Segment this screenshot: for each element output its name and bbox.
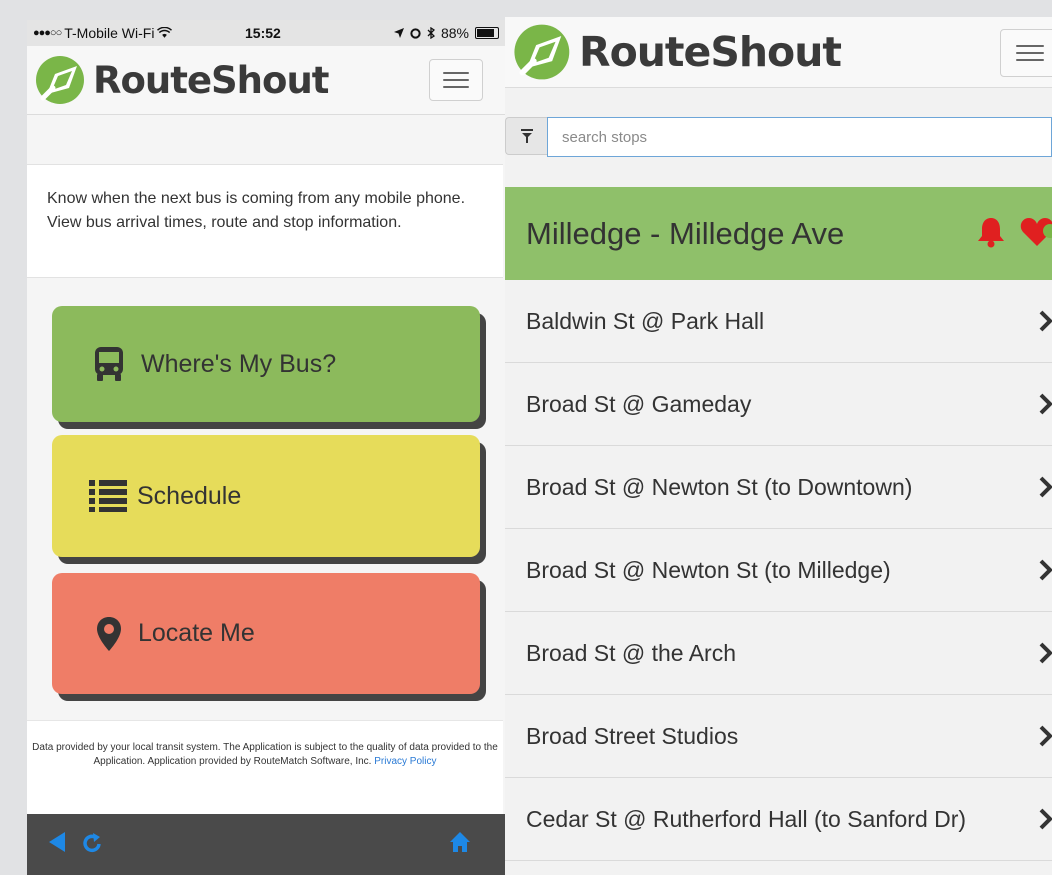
stop-list-item[interactable]: Baldwin St @ Park Hall [505,280,1052,363]
home-button[interactable] [449,831,471,853]
chevron-right-icon [1039,808,1052,830]
app-brand-name: RouteShout [93,58,329,102]
stop-name: Cedar St @ Rutherford Hall (to Sanford D… [526,805,967,832]
app-header: RouteShout [505,17,1052,88]
signal-dots-icon: ●●●○○ [33,27,62,39]
route-title: Milledge - Milledge Ave [526,215,845,251]
routeshout-logo-icon [514,24,570,80]
chevron-right-icon [1039,393,1052,415]
schedule-label: Schedule [137,481,242,510]
filter-button[interactable] [505,117,547,155]
stop-list-item[interactable]: Broad Street Studios [505,695,1052,778]
back-button[interactable] [47,831,67,853]
refresh-icon [83,833,101,853]
locate-me-button[interactable]: Locate Me [52,573,480,694]
stop-name: Broad St @ Newton St (to Downtown) [526,473,913,500]
left-phone-screen: ●●●○○ T-Mobile Wi-Fi 15:52 88% RouteShou… [27,20,505,875]
bell-icon [978,218,1004,248]
disclaimer-footer: Data provided by your local transit syst… [27,720,503,814]
back-arrow-icon [49,832,65,852]
app-logo: RouteShout [33,54,329,106]
stop-list-item[interactable]: Cedar St @ Rutherford Hall (to Sanford D… [505,778,1052,861]
stop-name: Baldwin St @ Park Hall [526,307,765,334]
stop-name: Broad St @ Gameday [526,390,752,417]
stop-list-item[interactable]: Broad St @ Newton St (to Milledge) [505,529,1052,612]
intro-text: Know when the next bus is coming from an… [27,164,503,278]
stop-list-item[interactable]: Broad St @ Gameday [505,363,1052,446]
chevron-right-icon [1039,725,1052,747]
locate-me-label: Locate Me [138,619,255,647]
chevron-right-icon [1039,559,1052,581]
favorite-button[interactable] [1020,217,1052,255]
battery-percent: 88% [440,25,469,41]
hamburger-line [443,79,469,81]
menu-toggle-button[interactable] [1000,29,1052,77]
status-right-icons: 88% [393,25,499,41]
status-time: 15:52 [245,25,281,41]
right-phone-screen: RouteShout Milledge - Milledge Ave [505,17,1052,875]
hamburger-line [1016,52,1044,54]
location-arrow-icon [393,28,404,38]
list-icon [89,480,127,512]
home-icon [450,832,470,852]
carrier-info: ●●●○○ T-Mobile Wi-Fi [33,25,173,41]
stops-list: Baldwin St @ Park Hall Broad St @ Gameda… [505,280,1052,861]
stop-name: Broad Street Studios [526,722,739,749]
privacy-policy-link[interactable]: Privacy Policy [374,756,436,767]
battery-icon [475,27,499,39]
alarm-icon [410,27,421,39]
search-stops-input[interactable] [547,117,1052,157]
bottom-navigation-bar [27,814,505,875]
chevron-right-icon [1039,476,1052,498]
hamburger-line [443,72,469,74]
refresh-button[interactable] [83,832,103,854]
schedule-button[interactable]: Schedule [52,435,480,557]
hamburger-line [1016,45,1044,47]
carrier-name: T-Mobile Wi-Fi [64,25,155,41]
routeshout-logo-icon [36,56,84,104]
menu-toggle-button[interactable] [429,59,483,101]
stop-search-bar [505,117,1052,157]
filter-icon [520,129,533,143]
app-logo: RouteShout [511,22,842,82]
stop-name: Broad St @ Newton St (to Milledge) [526,556,891,583]
app-header: RouteShout [27,46,505,115]
chevron-right-icon [1039,642,1052,664]
route-header: Milledge - Milledge Ave [505,187,1052,280]
bluetooth-icon [427,27,435,39]
stop-name: Broad St @ the Arch [526,639,737,666]
wifi-icon [157,27,173,38]
hamburger-line [1016,59,1044,61]
wheres-my-bus-button[interactable]: Where's My Bus? [52,306,480,422]
stop-list-item[interactable]: Broad St @ the Arch [505,612,1052,695]
bus-icon [93,346,125,382]
wheres-my-bus-label: Where's My Bus? [141,349,337,378]
chevron-right-icon [1039,310,1052,332]
alert-bell-button[interactable] [977,216,1005,256]
app-brand-name: RouteShout [579,28,842,76]
status-bar: ●●●○○ T-Mobile Wi-Fi 15:52 88% [27,20,505,46]
map-marker-icon [96,616,122,651]
stop-list-item[interactable]: Broad St @ Newton St (to Downtown) [505,446,1052,529]
hamburger-line [443,86,469,88]
heart-icon [1020,218,1052,246]
